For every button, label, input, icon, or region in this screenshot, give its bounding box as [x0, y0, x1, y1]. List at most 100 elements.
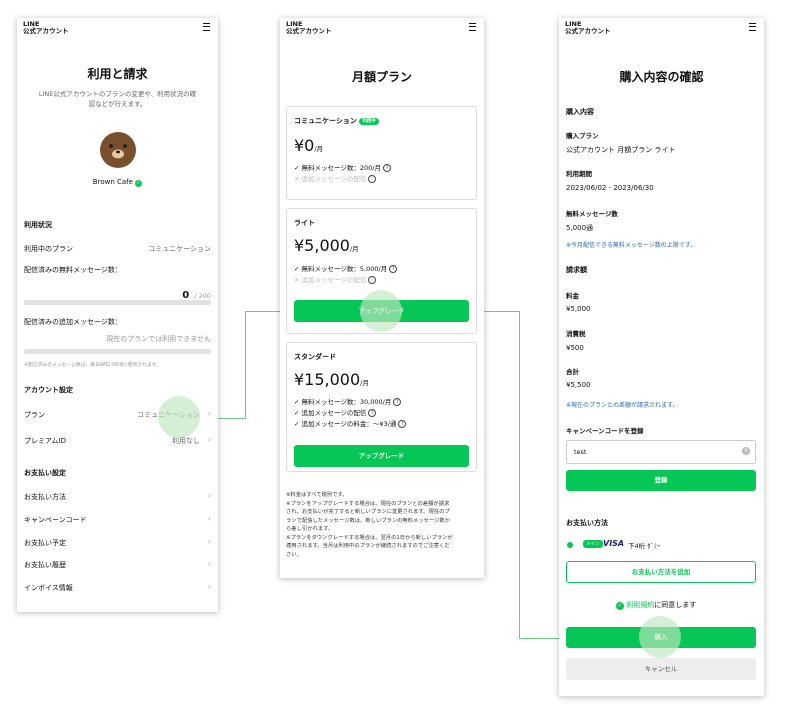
difference-note: ※現在のプランとの差額が請求されます。 — [566, 402, 679, 409]
payment-method-link[interactable]: お支払い方法 — [24, 492, 66, 502]
upgrade-button-standard[interactable]: アップグレード — [294, 445, 469, 467]
payment-schedule-link[interactable]: お支払い予定 — [24, 538, 66, 548]
tap-highlight — [639, 616, 681, 658]
monthly-plan-screen: LINE 公式アカウント 月額プラン コミュニケーション 利用中 ¥0/月 ✓ 無… — [280, 18, 484, 578]
tax-label: 消費税 — [566, 330, 586, 338]
terms-agreement[interactable]: ✓ 利用規約に同意します — [616, 600, 696, 610]
current-plan-value: コミュニケーション — [148, 245, 211, 253]
tax-value: ¥500 — [566, 344, 584, 352]
help-icon: ? — [393, 398, 402, 406]
current-plan-label: 利用中のプラン — [24, 245, 73, 253]
plan-feature: ✓ 無料メッセージ数：30,000/月 ? — [294, 396, 402, 406]
card-digits: 下4桁 ﾀﾞﾐｰ — [628, 542, 661, 550]
account-settings-heading: アカウント設定 — [24, 386, 73, 394]
chevron-right-icon: › — [207, 582, 211, 591]
usage-heading: 利用状況 — [24, 221, 52, 229]
help-icon: ? — [398, 420, 407, 428]
clear-icon[interactable]: × — [742, 447, 750, 455]
account-name: Brown Cafe ✓ — [92, 178, 143, 187]
fee-value: ¥5,000 — [566, 305, 591, 313]
free-messages-label: 無料メッセージ数 — [566, 210, 618, 218]
menu-icon[interactable] — [203, 23, 210, 31]
flow-connector — [519, 311, 520, 639]
checkbox-checked-icon[interactable]: ✓ — [616, 602, 624, 610]
plan-name: スタンダード — [294, 353, 336, 361]
invoice-info-link[interactable]: インボイス情報 — [24, 583, 73, 593]
app-header: LINE 公式アカウント — [559, 18, 764, 40]
plan-card-communication: コミュニケーション 利用中 ¥0/月 ✓ 無料メッセージ数：200/月 ? ✕ … — [286, 106, 477, 200]
current-plan-badge: 利用中 — [359, 118, 379, 125]
page-title: 購入内容の確認 — [619, 70, 704, 84]
additional-messages-label: 配信済みの追加メッセージ数： — [24, 318, 122, 326]
help-icon: ? — [383, 164, 392, 172]
plan-notes: ※料金はすべて税別です。 ※プランをアップグレードする場合は、現在のプランとの差額… — [286, 492, 453, 558]
free-messages-value: 5,000通 — [566, 224, 594, 232]
chevron-right-icon: › — [207, 409, 211, 418]
chevron-right-icon: › — [207, 559, 211, 568]
total-label: 合計 — [566, 368, 579, 376]
plan-card-standard: スタンダード ¥15,000/月 ✓ 無料メッセージ数：30,000/月 ? ✓… — [286, 342, 477, 472]
fee-label: 料金 — [566, 292, 579, 300]
help-icon: ? — [368, 175, 377, 183]
period-value: 2023/06/02 - 2023/06/30 — [566, 184, 654, 192]
page-title: 月額プラン — [351, 70, 412, 84]
campaign-code-input[interactable]: test × — [566, 440, 756, 464]
tap-highlight — [158, 396, 200, 438]
tap-highlight — [360, 290, 402, 332]
campaign-code-label: キャンペーンコードを登録 — [566, 427, 644, 435]
plan-price: ¥5,000/月 — [294, 236, 359, 255]
additional-messages-note: 現在のプランでは利用できません — [106, 335, 211, 343]
payment-method-heading: お支払い方法 — [566, 519, 608, 527]
free-messages-note: ※今月配信できる無料メッセージ数の上限です。 — [566, 242, 697, 249]
total-value: ¥5,500 — [566, 381, 591, 389]
terms-link[interactable]: 利用規約 — [626, 601, 654, 609]
payment-settings-heading: お支払い設定 — [24, 469, 66, 477]
purchase-confirm-screen: LINE 公式アカウント 購入内容の確認 購入内容 購入プラン 公式アカウント 月… — [559, 18, 764, 696]
avatar — [100, 132, 136, 168]
help-icon: ? — [389, 265, 398, 273]
plan-name: ライト — [294, 219, 315, 227]
campaign-code-link[interactable]: キャンペーンコード — [24, 515, 87, 525]
billing-heading: 請求額 — [566, 266, 587, 274]
line-logo: LINE 公式アカウント — [286, 20, 332, 35]
flow-connector — [245, 311, 246, 419]
plan-feature: ✓ 無料メッセージ数：5,000/月 ? — [294, 263, 398, 273]
update-note: ※配信済みのメッセージ数は、毎日AM2:00頃に更新されます。 — [24, 363, 161, 368]
help-icon: ? — [368, 276, 377, 284]
plan-price: ¥0/月 — [294, 136, 324, 155]
register-button[interactable]: 登録 — [566, 470, 756, 491]
billing-screen: LINE 公式アカウント 利用と請求 LINE公式アカウントのプランの変更や、利用… — [17, 18, 218, 612]
visa-icon: VISA — [603, 539, 625, 548]
verified-badge-icon: ✓ — [135, 180, 143, 187]
plan-feature-disabled: ✕ 追加メッセージの配信 ? — [294, 274, 377, 284]
line-logo: LINE 公式アカウント — [565, 20, 611, 35]
plan-label: 購入プラン — [566, 132, 599, 140]
line-logo: LINE 公式アカウント — [23, 20, 69, 35]
chevron-right-icon: › — [207, 491, 211, 500]
plan-feature: ✓ 追加メッセージの料金：〜¥3/通 ? — [294, 418, 407, 428]
main-badge: メイン — [583, 540, 603, 548]
chevron-right-icon: › — [207, 435, 211, 444]
help-icon: ? — [368, 409, 377, 417]
plan-value: 公式アカウント 月額プラン ライト — [566, 146, 676, 154]
premium-id-label: プレミアムID — [24, 437, 66, 445]
chevron-right-icon: › — [207, 514, 211, 523]
menu-icon[interactable] — [469, 23, 476, 31]
additional-messages-progress — [24, 349, 211, 354]
plan-price: ¥15,000/月 — [294, 370, 369, 389]
page-description: LINE公式アカウントのプランの変更や、利用状況の確 認などが行えます。 — [38, 90, 197, 108]
plan-label: プラン — [24, 411, 45, 419]
free-messages-label: 配信済みの無料メッセージ数： — [24, 266, 122, 274]
app-header: LINE 公式アカウント — [280, 18, 484, 40]
page-title: 利用と請求 — [87, 67, 148, 81]
chevron-right-icon: › — [207, 537, 211, 546]
radio-selected-icon[interactable] — [567, 542, 573, 548]
menu-icon[interactable] — [749, 23, 756, 31]
plan-feature: ✓ 追加メッセージの配信 ? — [294, 407, 377, 417]
payment-history-link[interactable]: お支払い履歴 — [24, 560, 66, 570]
add-payment-method-button[interactable]: お支払い方法を追加 — [566, 561, 756, 583]
free-messages-progress — [24, 300, 211, 305]
plan-feature-disabled: ✕ 追加メッセージの配信 ? — [294, 173, 377, 183]
purchase-heading: 購入内容 — [566, 108, 594, 116]
cancel-button[interactable]: キャンセル — [566, 658, 756, 680]
